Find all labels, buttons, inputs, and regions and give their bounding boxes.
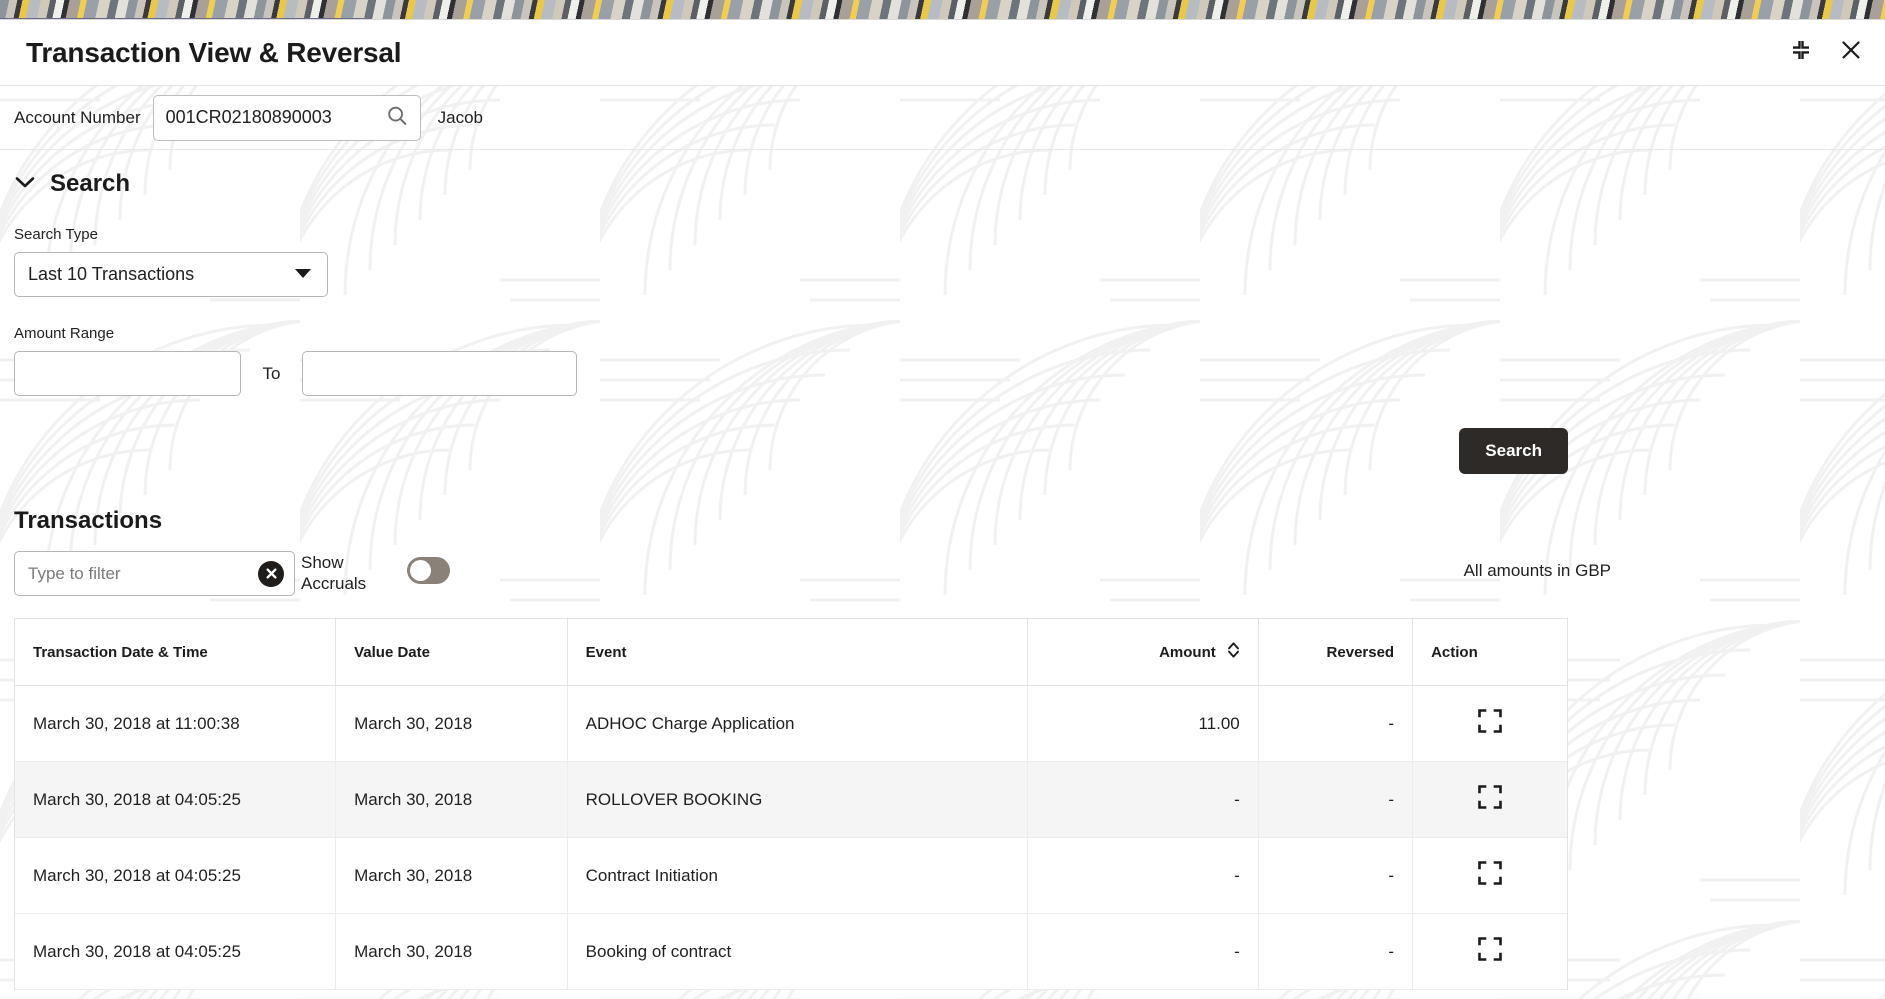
modal-body: Search Search Type Last 10 Transactions … [0,170,1885,990]
amount-range-separator: To [262,363,281,383]
transaction-modal: Transaction View & Reversal Account Numb… [0,19,1885,999]
table-body: March 30, 2018 at 11:00:38 March 30, 2018… [15,685,1567,990]
table-header: Transaction Date & Time Value Date Event… [15,619,1567,686]
cell-event: ADHOC Charge Application [567,685,1029,762]
cell-action [1412,685,1567,762]
search-type-label: Search Type [14,226,98,243]
column-header-reversed[interactable]: Reversed [1258,619,1414,686]
table-row[interactable]: March 30, 2018 at 11:00:38 March 30, 2018… [15,685,1567,762]
filter-input[interactable] [15,552,294,595]
account-number-row: Account Number Jacob [0,86,1885,150]
account-number-input[interactable] [153,95,420,140]
transactions-toolbar: Show Accruals All amounts in GBP [14,551,1871,609]
cell-value-date: March 30, 2018 [335,913,568,990]
account-number-label: Account Number [14,107,141,127]
column-header-amount-label: Amount [1159,643,1216,661]
column-header-amount[interactable]: Amount [1027,619,1259,686]
cell-value-date: March 30, 2018 [335,685,568,762]
chevron-down-icon[interactable] [294,266,312,284]
modal-titlebar: Transaction View & Reversal [0,20,1885,86]
search-section-title: Search [50,170,131,197]
search-button-row: Search [14,428,1871,474]
cell-value-date: March 30, 2018 [335,837,568,914]
amount-range-row: To [14,351,1871,396]
collapse-icon[interactable] [1787,36,1815,64]
search-type-selected-value: Last 10 Transactions [28,264,195,284]
transactions-table: Transaction Date & Time Value Date Event… [15,619,1567,990]
amount-to-input[interactable] [302,351,577,396]
expand-icon[interactable] [1476,935,1504,968]
show-accruals-toggle[interactable] [407,557,450,584]
currency-note: All amounts in GBP [1463,561,1611,580]
cell-transaction-datetime: March 30, 2018 at 11:00:38 [15,685,337,762]
cell-action [1412,913,1567,990]
cell-amount: 11.00 [1027,685,1259,762]
cell-action [1412,837,1567,914]
cell-reversed: - [1258,685,1414,762]
chevron-down-icon[interactable] [14,175,36,194]
transactions-title: Transactions [14,507,163,534]
cell-event: Contract Initiation [567,837,1029,914]
cell-event: Booking of contract [567,913,1029,990]
table-header-row: Transaction Date & Time Value Date Event… [15,619,1567,686]
transactions-table-container: Transaction Date & Time Value Date Event… [14,618,1568,990]
cell-amount: - [1027,913,1259,990]
window-controls [1787,36,1865,64]
filter-field[interactable] [14,551,295,596]
cell-event: ROLLOVER BOOKING [567,761,1029,838]
search-button[interactable]: Search [1459,428,1568,474]
cell-reversed: - [1258,761,1414,838]
cell-transaction-datetime: March 30, 2018 at 04:05:25 [15,837,337,914]
sort-icon[interactable] [1227,641,1240,663]
search-section-header[interactable]: Search [14,170,1871,198]
cell-value-date: March 30, 2018 [335,761,568,838]
column-header-value-date[interactable]: Value Date [335,619,568,686]
column-header-event[interactable]: Event [567,619,1029,686]
toggle-knob [410,560,431,581]
expand-icon[interactable] [1476,859,1504,892]
close-icon[interactable] [1837,36,1865,64]
account-number-field[interactable] [152,94,421,141]
search-type-select[interactable]: Last 10 Transactions [14,252,328,297]
cell-amount: - [1027,761,1259,838]
cell-transaction-datetime: March 30, 2018 at 04:05:25 [15,913,337,990]
column-header-amount-sort[interactable]: Amount [1159,641,1240,663]
cell-action [1412,761,1567,838]
cell-amount: - [1027,837,1259,914]
show-accruals-label: Show Accruals [301,553,367,593]
column-header-transaction-datetime[interactable]: Transaction Date & Time [15,619,337,686]
clear-circle-icon[interactable] [258,560,284,587]
table-row[interactable]: March 30, 2018 at 04:05:25 March 30, 2018… [15,761,1567,838]
table-row[interactable]: March 30, 2018 at 04:05:25 March 30, 2018… [15,913,1567,990]
table-row[interactable]: March 30, 2018 at 04:05:25 March 30, 2018… [15,837,1567,914]
cell-reversed: - [1258,837,1414,914]
account-owner-name: Jacob [437,107,483,127]
amount-range-label: Amount Range [14,325,115,342]
column-header-action: Action [1412,619,1567,686]
amount-from-input[interactable] [14,351,241,396]
page-title: Transaction View & Reversal [26,36,402,68]
search-icon[interactable] [386,104,408,131]
expand-icon[interactable] [1476,707,1504,740]
expand-icon[interactable] [1476,783,1504,816]
cell-reversed: - [1258,913,1414,990]
cell-transaction-datetime: March 30, 2018 at 04:05:25 [15,761,337,838]
